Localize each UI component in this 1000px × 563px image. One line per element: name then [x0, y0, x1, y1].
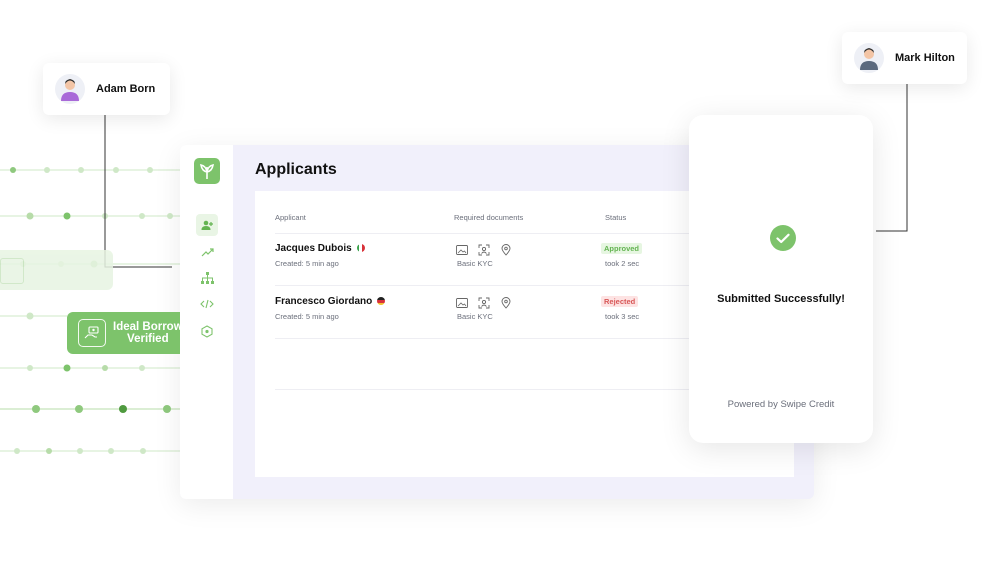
id-card-icon	[456, 297, 468, 309]
hand-money-icon	[78, 319, 106, 347]
documents-label: Basic KYC	[457, 259, 493, 268]
documents-label: Basic KYC	[457, 312, 493, 321]
dot-lines	[0, 169, 180, 452]
avatar-icon	[55, 74, 85, 104]
success-message: Submitted Successfully!	[717, 293, 845, 305]
phone-confirmation: Submitted Successfully! Powered by Swipe…	[689, 115, 873, 443]
avatar-icon	[854, 43, 884, 73]
location-icon	[500, 244, 512, 256]
processing-time: took 2 sec	[605, 259, 640, 268]
faded-card	[0, 250, 113, 290]
nav-users-icon[interactable]	[196, 214, 218, 236]
document-icons	[456, 297, 512, 309]
status-badge: Approved	[601, 243, 643, 254]
created-time: Created: 5 min ago	[275, 312, 339, 321]
page-title: Applicants	[255, 161, 337, 178]
verified-badge: Ideal Borrow Verified	[67, 312, 180, 354]
nav-hexagon-icon[interactable]	[196, 320, 218, 342]
faded-card-icon	[0, 258, 24, 284]
verified-badge-text: Ideal Borrow Verified	[113, 321, 180, 345]
status-badge: Rejected	[601, 296, 639, 307]
app-logo[interactable]	[194, 158, 220, 184]
applicant-name: Francesco Giordano	[275, 296, 386, 307]
nav-code-icon[interactable]	[196, 293, 218, 315]
applicant-name: Jacques Dubois	[275, 243, 365, 254]
document-icons	[456, 244, 512, 256]
column-header: Status	[605, 213, 627, 222]
face-scan-icon	[478, 244, 490, 256]
location-icon	[500, 297, 512, 309]
face-scan-icon	[478, 297, 490, 309]
check-icon	[770, 225, 796, 251]
user-name: Adam Born	[96, 83, 156, 95]
user-card-mark: Mark Hilton	[842, 32, 967, 84]
sidebar	[180, 145, 233, 499]
processing-time: took 3 sec	[605, 312, 640, 321]
germany-flag-icon	[377, 297, 386, 306]
italy-flag-icon	[356, 244, 365, 253]
nav-trend-icon[interactable]	[196, 241, 218, 263]
dots	[10, 167, 173, 454]
column-header: Applicant	[275, 213, 306, 222]
column-header: Required documents	[454, 213, 524, 222]
nav-hierarchy-icon[interactable]	[196, 267, 218, 289]
user-card-adam: Adam Born	[43, 63, 170, 115]
powered-by-text: Powered by Swipe Credit	[727, 399, 835, 410]
created-time: Created: 5 min ago	[275, 259, 339, 268]
id-card-icon	[456, 244, 468, 256]
user-name: Mark Hilton	[895, 52, 955, 64]
